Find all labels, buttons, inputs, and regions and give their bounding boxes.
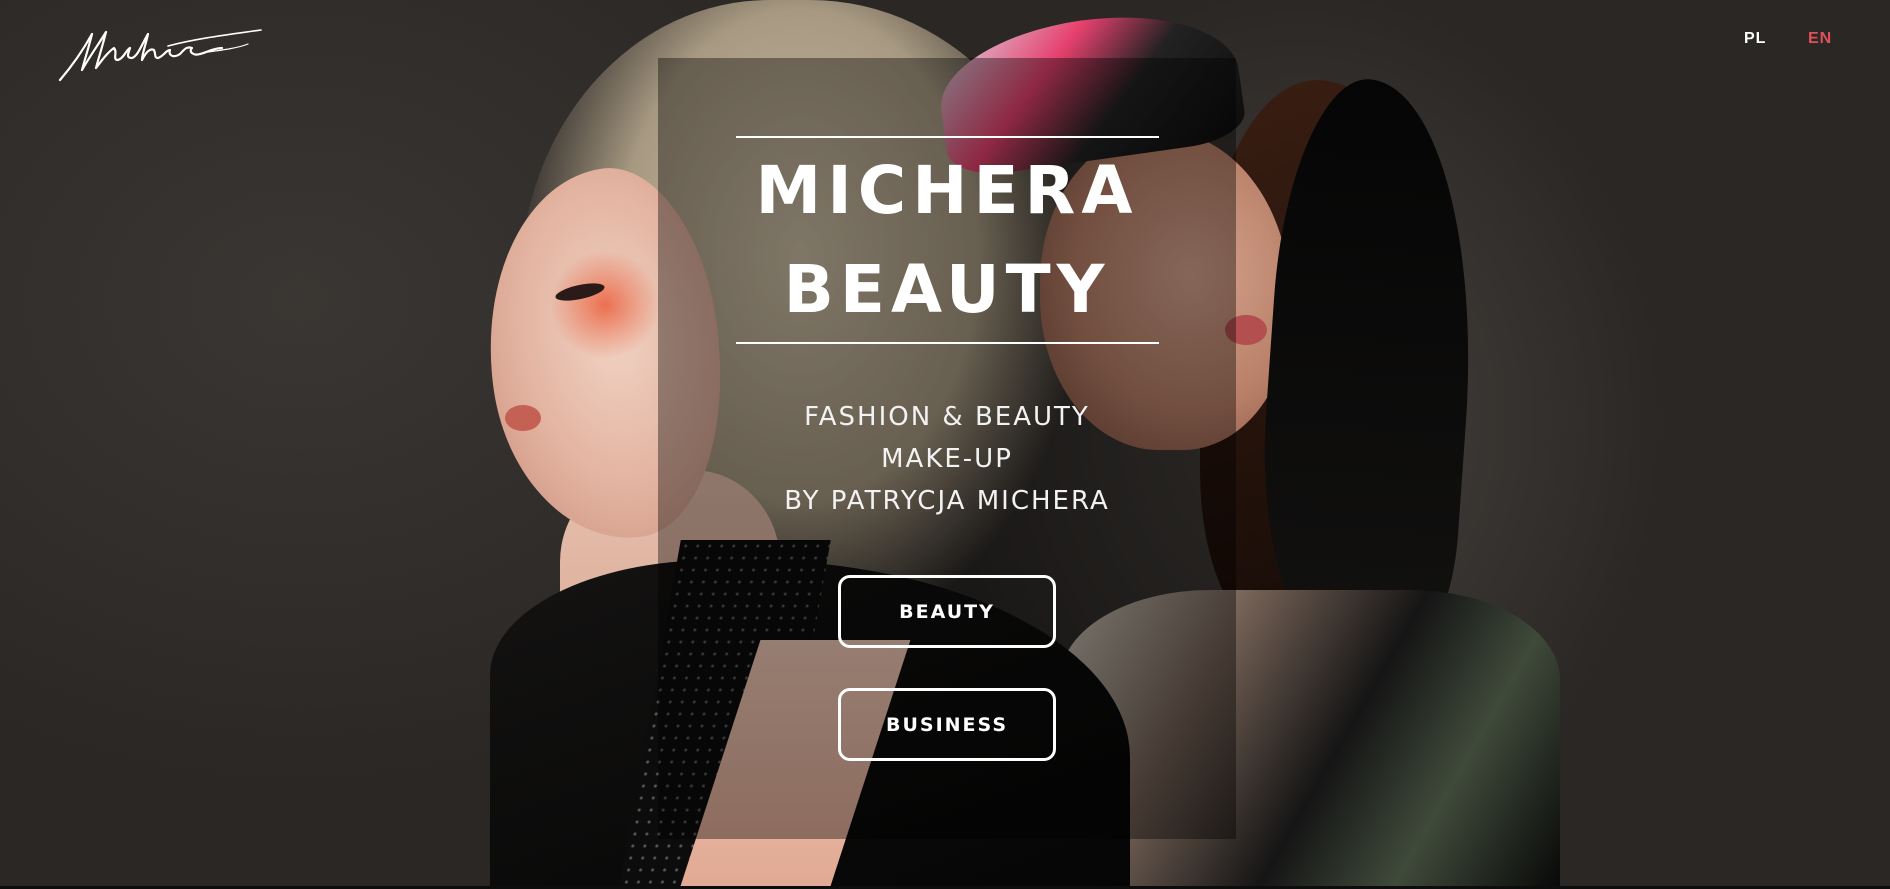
- hero-subtitle-line-3: BY PATRYCJA MICHERA: [784, 486, 1110, 516]
- title-rule-bottom: [736, 342, 1159, 344]
- hero-title-line-2: BEAUTY: [783, 251, 1111, 328]
- hero-title-line-1: MICHERA: [755, 152, 1139, 229]
- hero-subtitle-line-1: FASHION & BEAUTY: [804, 402, 1090, 432]
- title-rule-top: [736, 136, 1159, 138]
- beauty-button[interactable]: BEAUTY: [838, 575, 1056, 648]
- model-left-lips: [505, 405, 541, 431]
- business-button[interactable]: BUSINESS: [838, 688, 1056, 761]
- model-left-blush: [550, 250, 660, 360]
- language-pl-link[interactable]: PL: [1744, 30, 1766, 48]
- signature-logo[interactable]: [58, 22, 263, 84]
- hero-subtitle-line-2: MAKE-UP: [881, 444, 1013, 474]
- language-en-link[interactable]: EN: [1808, 30, 1832, 48]
